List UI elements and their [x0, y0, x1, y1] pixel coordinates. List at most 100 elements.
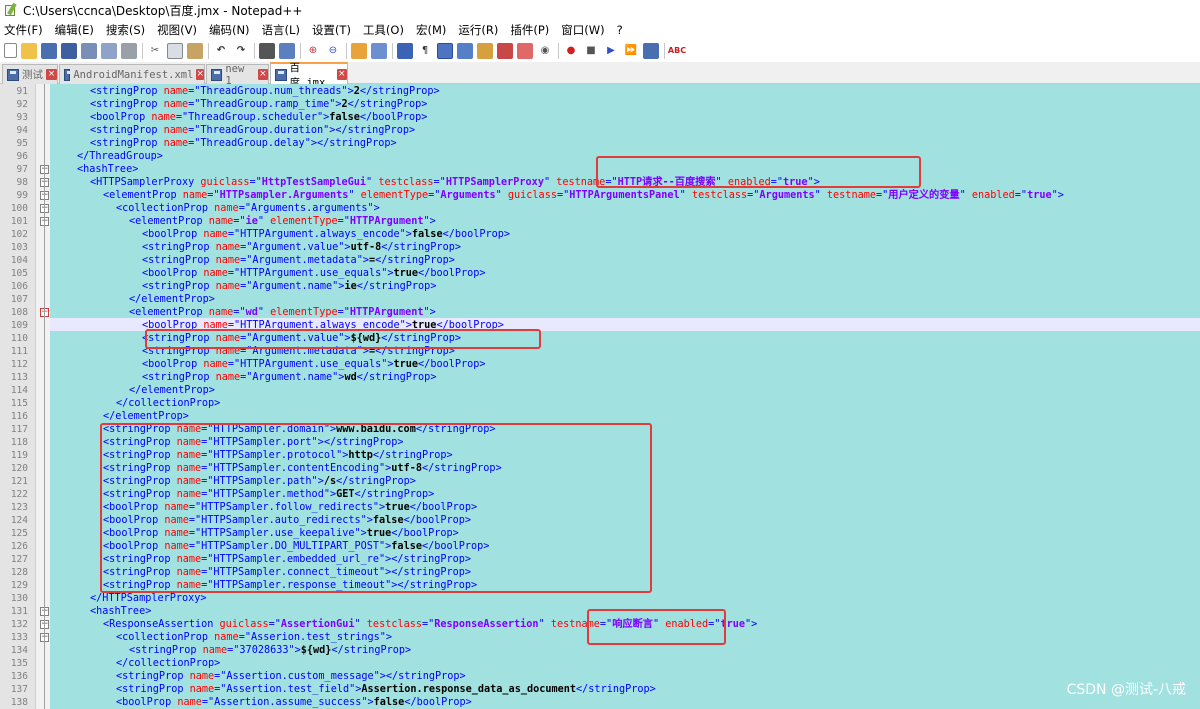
- tab-label: AndroidManifest.xml: [73, 68, 194, 81]
- save-state-icon: [7, 68, 19, 81]
- paste-icon[interactable]: [187, 42, 203, 59]
- code-line[interactable]: <elementProp name="wd" elementType="HTTP…: [129, 306, 436, 319]
- code-token: </boolProp>: [418, 268, 486, 279]
- code-line[interactable]: </elementProp>: [103, 410, 189, 423]
- line-number: 111: [10, 346, 28, 357]
- code-line[interactable]: <stringProp name="ThreadGroup.delay"></s…: [90, 137, 397, 150]
- code-line[interactable]: <stringProp name="Argument.name">wd</str…: [142, 371, 436, 384]
- code-token: name: [151, 112, 176, 123]
- code-line[interactable]: <stringProp name="ThreadGroup.ramp_time"…: [90, 98, 427, 111]
- line-number: 96: [16, 151, 28, 162]
- menu-macro[interactable]: 宏(M): [416, 22, 446, 38]
- code-line[interactable]: </collectionProp>: [116, 657, 220, 670]
- code-line[interactable]: <stringProp name="Argument.metadata">=</…: [142, 254, 455, 267]
- menu-window[interactable]: 窗口(W): [561, 22, 604, 38]
- code-line[interactable]: <boolProp name="HTTPArgument.use_equals"…: [142, 358, 486, 371]
- code-token: wd: [245, 307, 258, 318]
- code-line[interactable]: <stringProp name="Assertion.custom_messa…: [116, 670, 466, 683]
- code-token: name: [215, 372, 241, 383]
- code-line[interactable]: <stringProp name="Argument.name">ie</str…: [142, 280, 436, 293]
- code-line[interactable]: </HTTPSamplerProxy>: [90, 592, 207, 605]
- code-line[interactable]: <hashTree>: [77, 163, 138, 176]
- tab-new-1[interactable]: new 1 ×: [206, 63, 269, 87]
- stop-recording-icon[interactable]: ■: [583, 43, 599, 59]
- code-line[interactable]: </elementProp>: [129, 293, 215, 306]
- new-file-icon[interactable]: [4, 43, 17, 58]
- sync-scroll-vertical-icon[interactable]: [351, 42, 367, 59]
- function-list-icon[interactable]: [497, 42, 513, 59]
- spell-check-icon[interactable]: ABC: [668, 43, 686, 59]
- monitoring-icon[interactable]: ◉: [537, 43, 553, 59]
- code-line[interactable]: <stringProp name="Argument.value">utf-8<…: [142, 241, 461, 254]
- open-file-icon[interactable]: [21, 42, 37, 59]
- tab-androidmanifest[interactable]: AndroidManifest.xml ×: [59, 64, 205, 84]
- code-token: <collectionProp: [116, 632, 215, 643]
- close-file-icon[interactable]: [81, 42, 97, 59]
- close-all-icon[interactable]: [101, 42, 117, 59]
- tab-baidu-jmx[interactable]: 百度.jmx ×: [270, 62, 348, 89]
- record-macro-icon[interactable]: ●: [563, 43, 579, 59]
- code-line[interactable]: <stringProp name="ThreadGroup.num_thread…: [90, 85, 440, 98]
- zoom-out-icon[interactable]: ⊖: [325, 43, 341, 59]
- code-line[interactable]: <boolProp name="HTTPArgument.use_equals"…: [142, 267, 486, 280]
- code-line[interactable]: </collectionProp>: [116, 397, 220, 410]
- user-language-icon[interactable]: [457, 42, 473, 59]
- run-macro-multiple-icon[interactable]: ⏩: [623, 43, 639, 59]
- code-line[interactable]: <hashTree>: [90, 605, 151, 618]
- menu-plugins[interactable]: 插件(P): [510, 22, 549, 38]
- menu-help[interactable]: ?: [617, 23, 623, 37]
- code-line[interactable]: <boolProp name="ThreadGroup.scheduler">f…: [90, 111, 427, 124]
- code-line[interactable]: <boolProp name="HTTPArgument.always_enco…: [142, 228, 510, 241]
- code-token: =": [433, 177, 446, 188]
- menu-tools[interactable]: 工具(O): [363, 22, 404, 38]
- redo-icon[interactable]: ↷: [233, 43, 249, 59]
- playback-macro-icon[interactable]: ▶: [603, 43, 619, 59]
- code-line[interactable]: <boolProp name="Assertion.assume_success…: [116, 696, 472, 709]
- code-line[interactable]: </elementProp>: [129, 384, 215, 397]
- close-tab-icon[interactable]: ×: [196, 69, 204, 80]
- save-macro-icon[interactable]: [643, 42, 659, 59]
- code-line[interactable]: <collectionProp name="Asserion.test_stri…: [116, 631, 392, 644]
- copy-icon[interactable]: [167, 42, 183, 59]
- print-icon[interactable]: [121, 42, 137, 59]
- line-number: 93: [16, 112, 28, 123]
- menu-language[interactable]: 语言(L): [262, 22, 300, 38]
- menu-file[interactable]: 文件(F): [4, 22, 43, 38]
- close-tab-icon[interactable]: ×: [257, 69, 268, 80]
- code-line[interactable]: <stringProp name="37028633">${wd}</strin…: [129, 644, 411, 657]
- menu-encoding[interactable]: 编码(N): [209, 22, 250, 38]
- code-line[interactable]: <elementProp name="ie" elementType="HTTP…: [129, 215, 436, 228]
- menu-view[interactable]: 视图(V): [157, 22, 197, 38]
- code-line[interactable]: <stringProp name="Assertion.test_field">…: [116, 683, 656, 696]
- menu-settings[interactable]: 设置(T): [312, 22, 351, 38]
- line-number: 129: [10, 580, 28, 591]
- save-icon[interactable]: [41, 42, 57, 59]
- cut-icon[interactable]: ✂: [147, 43, 163, 59]
- editor[interactable]: <stringProp name="ThreadGroup.num_thread…: [0, 84, 1200, 709]
- tab-test[interactable]: 测试 ×: [2, 64, 58, 84]
- line-number: 113: [10, 372, 28, 383]
- undo-icon[interactable]: ↶: [213, 43, 229, 59]
- document-map-icon[interactable]: [477, 42, 493, 59]
- menu-edit[interactable]: 编辑(E): [55, 22, 94, 38]
- code-line[interactable]: </ThreadGroup>: [77, 150, 163, 163]
- code-line[interactable]: <stringProp name="ThreadGroup.duration">…: [90, 124, 415, 137]
- menu-run[interactable]: 运行(R): [458, 22, 498, 38]
- menu-search[interactable]: 搜索(S): [106, 22, 145, 38]
- indent-guide-icon[interactable]: [437, 42, 453, 59]
- save-all-icon[interactable]: [61, 42, 77, 59]
- word-wrap-icon[interactable]: [397, 42, 413, 59]
- code-line[interactable]: <collectionProp name="Arguments.argument…: [116, 202, 380, 215]
- menu-bar: 文件(F) 编辑(E) 搜索(S) 视图(V) 编码(N) 语言(L) 设置(T…: [0, 20, 1200, 39]
- folder-workspace-icon[interactable]: [517, 42, 533, 59]
- replace-icon[interactable]: [279, 42, 295, 59]
- show-all-characters-icon[interactable]: ¶: [417, 43, 433, 59]
- find-icon[interactable]: [259, 42, 275, 59]
- zoom-in-icon[interactable]: ⊕: [305, 43, 321, 59]
- close-tab-icon[interactable]: ×: [46, 69, 57, 80]
- code-token: </elementProp>: [129, 385, 215, 396]
- code-token: =": [1014, 190, 1028, 201]
- sync-scroll-horizontal-icon[interactable]: [371, 42, 387, 59]
- code-line[interactable]: <elementProp name="HTTPsampler.Arguments…: [103, 189, 1064, 202]
- close-tab-icon[interactable]: ×: [336, 69, 348, 80]
